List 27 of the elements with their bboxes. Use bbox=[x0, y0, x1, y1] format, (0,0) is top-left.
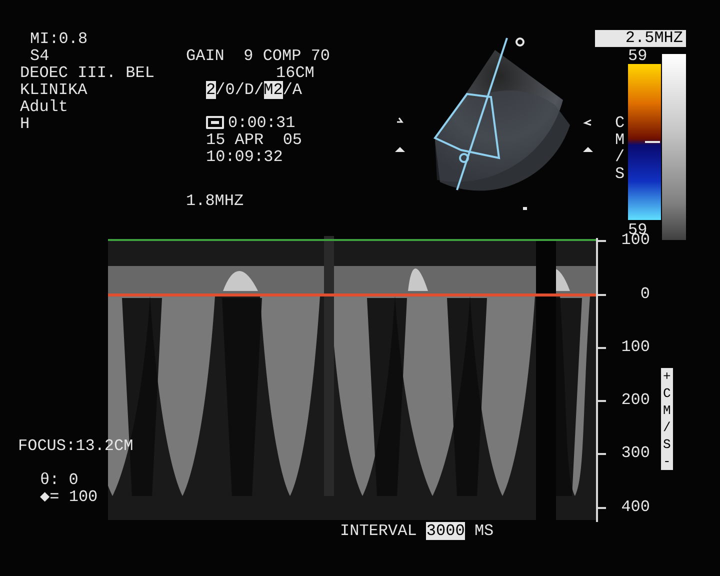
axis-label: 300 bbox=[620, 445, 650, 462]
scale-max-text: 59 bbox=[628, 48, 648, 65]
axis-label: 100 bbox=[620, 339, 650, 356]
date-text: 15 APR 05 bbox=[206, 132, 302, 149]
filter-text: ◆= 100 bbox=[40, 489, 98, 506]
frequency-text: 1.8MHZ bbox=[186, 193, 244, 210]
focus-text: FOCUS:13.2CM bbox=[18, 438, 134, 455]
tape-counter-text: 0:00:31 bbox=[228, 115, 296, 132]
info-text: MI:0.8 bbox=[29, 31, 89, 48]
info-text: Adult bbox=[20, 99, 70, 116]
axis-label: 200 bbox=[620, 392, 650, 409]
mode-text: 2/0/D/M2/A bbox=[206, 82, 302, 99]
info-text: S4 bbox=[29, 48, 50, 65]
time-text: 10:09:32 bbox=[206, 149, 283, 166]
gain-text: GAIN 9 COMP 70 bbox=[186, 48, 330, 65]
info-text: H bbox=[20, 116, 31, 133]
axis-label: 400 bbox=[620, 499, 650, 516]
info-text: DEOEC III. BEL bbox=[20, 65, 154, 82]
depth-text: 16CM bbox=[276, 65, 314, 82]
scale-unit-text: CM/S bbox=[615, 115, 625, 183]
angle-text: θ: 0 bbox=[40, 472, 78, 489]
axis-label: 100 bbox=[620, 232, 650, 249]
interval-text: INTERVAL 3000 MS bbox=[340, 523, 494, 540]
velocity-unit-label: +CM/S- bbox=[661, 368, 673, 470]
axis-label: 0 bbox=[639, 286, 650, 303]
info-text: KLINIKA bbox=[20, 82, 88, 99]
frequency-label: 2.5MHZ bbox=[595, 30, 686, 47]
